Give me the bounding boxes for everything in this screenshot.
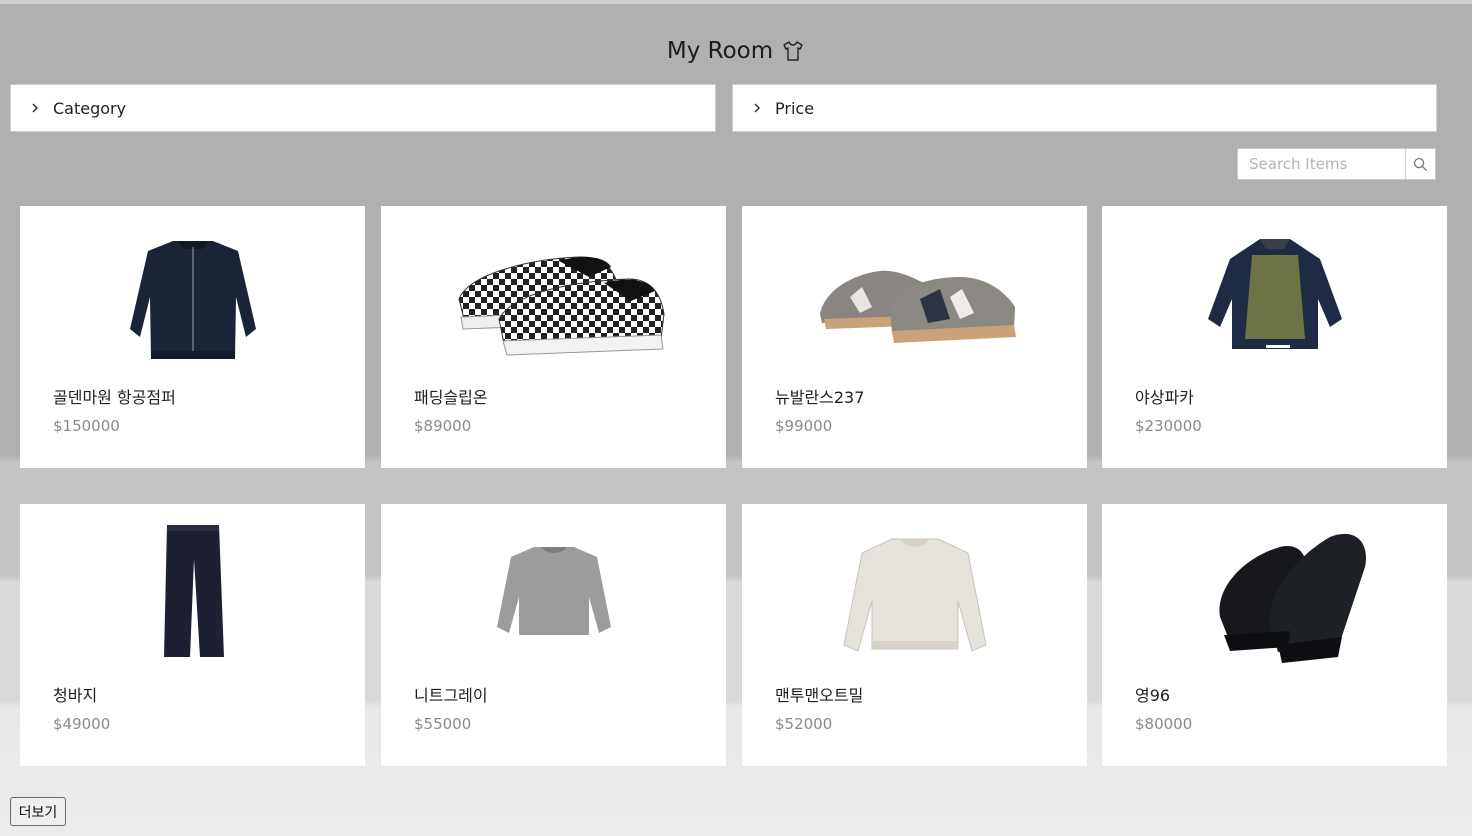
product-image-oatmeal-sweatshirt [742, 514, 1087, 669]
product-card[interactable]: 청바지 $49000 [20, 504, 365, 766]
product-card[interactable]: 영96 $80000 [1102, 504, 1447, 766]
product-price: $150000 [53, 417, 120, 435]
tshirt-icon [783, 41, 803, 61]
product-card[interactable]: 뉴발란스237 $99000 [742, 206, 1087, 468]
search-box [1237, 148, 1436, 180]
product-image-gray-knit [381, 514, 726, 669]
search-input[interactable] [1238, 149, 1405, 179]
product-card[interactable]: 야상파카 $230000 [1102, 206, 1447, 468]
product-image-bomber-jacket [20, 216, 365, 371]
product-price: $230000 [1135, 417, 1202, 435]
product-image-field-parka [1102, 216, 1447, 371]
product-price: $55000 [414, 715, 472, 733]
product-card[interactable]: 패딩슬립온 $89000 [381, 206, 726, 468]
chevron-right-icon [32, 103, 38, 113]
product-card[interactable]: 맨투맨오트밀 $52000 [742, 504, 1087, 766]
product-name: 영96 [1135, 686, 1171, 705]
product-price: $52000 [775, 715, 833, 733]
product-name: 니트그레이 [414, 686, 488, 705]
product-name: 골덴마원 항공점퍼 [53, 388, 176, 407]
top-border [0, 0, 1472, 4]
page-title: My Room [0, 38, 1472, 64]
page-title-text: My Room [666, 38, 774, 64]
chevron-right-icon [754, 103, 760, 113]
product-card[interactable]: 골덴마원 항공점퍼 $150000 [20, 206, 365, 468]
product-price: $89000 [414, 417, 472, 435]
price-filter-label: Price [775, 98, 815, 118]
category-filter-label: Category [53, 98, 127, 118]
product-price: $99000 [775, 417, 833, 435]
load-more-button[interactable]: 더보기 [10, 797, 66, 826]
product-image-new-balance-sneaker [742, 216, 1087, 371]
product-name: 야상파카 [1135, 388, 1194, 407]
product-price: $49000 [53, 715, 111, 733]
search-button[interactable] [1405, 149, 1435, 179]
product-price: $80000 [1135, 715, 1193, 733]
search-icon [1413, 157, 1428, 171]
product-image-black-sneaker [1102, 514, 1447, 669]
product-image-checkered-slip-on [381, 216, 726, 371]
product-name: 뉴발란스237 [775, 388, 865, 407]
category-filter[interactable]: Category [10, 84, 716, 132]
product-name: 패딩슬립온 [414, 388, 488, 407]
product-image-jeans [20, 514, 365, 669]
price-filter[interactable]: Price [732, 84, 1437, 132]
product-name: 맨투맨오트밀 [775, 686, 864, 705]
product-name: 청바지 [53, 686, 98, 705]
product-card[interactable]: 니트그레이 $55000 [381, 504, 726, 766]
